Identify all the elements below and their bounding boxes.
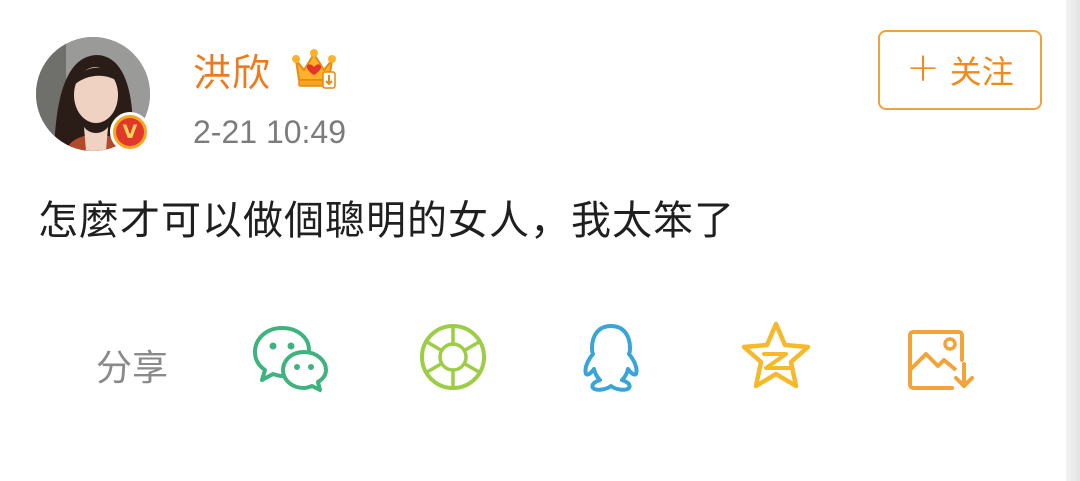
verified-badge-label: V <box>116 118 144 146</box>
qzone-icon[interactable] <box>740 320 812 392</box>
save-image-icon[interactable] <box>906 326 976 392</box>
follow-button[interactable]: + 关注 <box>878 30 1042 110</box>
plus-icon: + <box>906 45 940 91</box>
crown-icon <box>292 49 336 89</box>
user-name[interactable]: 洪欣 <box>193 42 271 97</box>
moments-icon[interactable] <box>418 322 488 392</box>
follow-label: 关注 <box>949 53 1014 91</box>
weibo-post-card: V 洪欣 2-21 10:49 + 关注 怎麼才可以做個聰明的女人，我太笨了 分… <box>0 0 1080 481</box>
wechat-icon[interactable] <box>252 322 330 392</box>
share-label: 分享 <box>96 348 169 389</box>
post-text: 怎麼才可以做個聰明的女人，我太笨了 <box>38 198 735 244</box>
post-time: 2-21 10:49 <box>193 114 347 150</box>
verified-badge: V <box>110 112 150 152</box>
right-edge-divider <box>1066 0 1080 481</box>
qq-icon[interactable] <box>578 322 644 394</box>
